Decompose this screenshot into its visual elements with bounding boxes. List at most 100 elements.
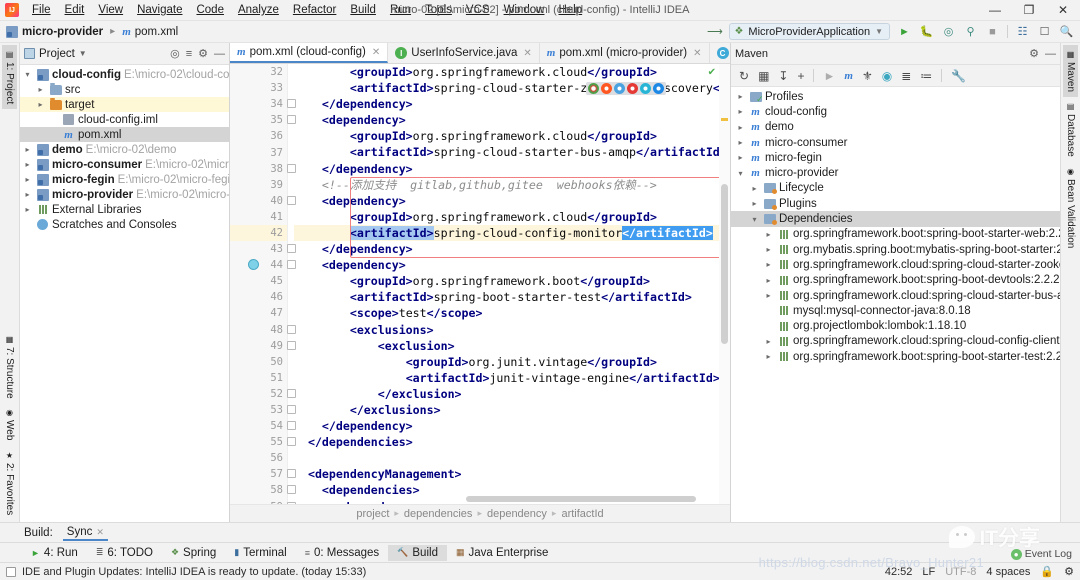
expand-all-icon[interactable]: ≣	[901, 69, 911, 83]
run-with-coverage-icon[interactable]: ◎	[941, 24, 956, 39]
tree-toggle-closed-icon[interactable]	[735, 123, 746, 132]
tree-toggle-closed-icon[interactable]	[735, 92, 746, 101]
close-icon[interactable]: ✕	[523, 48, 531, 59]
gutter-line-45[interactable]: 45	[230, 273, 287, 289]
tool-window-messages[interactable]: ≡ 0: Messages	[296, 545, 388, 561]
gutter-line-59[interactable]: 59	[230, 499, 296, 504]
tree-toggle-closed-icon[interactable]	[763, 337, 774, 346]
code-line-36[interactable]: <groupId>org.springframework.cloud</grou…	[294, 128, 730, 144]
editor-code-column[interactable]: <groupId>org.springframework.cloud</grou…	[288, 64, 730, 504]
download-sources-icon[interactable]: ↧	[778, 69, 788, 83]
git-update-icon[interactable]: ☷	[1015, 24, 1030, 39]
tree-toggle-closed-icon[interactable]	[763, 291, 774, 300]
project-tree-item-demo[interactable]: demoE:\micro-02\demo	[20, 142, 229, 157]
gutter-line-35[interactable]: 35	[230, 112, 296, 128]
code-line-55[interactable]: </dependencies>	[294, 434, 730, 450]
gutter-line-32[interactable]: 32	[230, 64, 287, 80]
locate-icon[interactable]: ◎	[170, 47, 180, 60]
gutter-line-42[interactable]: 42	[230, 224, 287, 242]
maven-tree-item-plugins[interactable]: Plugins	[731, 196, 1060, 211]
hide-icon[interactable]: —	[214, 48, 225, 60]
strip-tab-web[interactable]: ◉ Web	[2, 403, 17, 445]
hide-icon[interactable]: —	[1045, 48, 1056, 60]
gutter-line-43[interactable]: 43	[230, 241, 296, 257]
gutter-line-57[interactable]: 57	[230, 466, 296, 482]
gutter-line-49[interactable]: 49	[230, 338, 296, 354]
project-tree-item-external-libraries[interactable]: External Libraries	[20, 202, 229, 217]
hscrollbar-thumb[interactable]	[466, 496, 696, 502]
editor-horizontal-scrollbar[interactable]	[346, 496, 719, 504]
tree-toggle-closed-icon[interactable]	[735, 153, 746, 162]
menu-build[interactable]: Build	[343, 2, 383, 18]
maven-tree-item-lifecycle[interactable]: Lifecycle	[731, 181, 1060, 196]
maximize-button[interactable]: ❐	[1012, 0, 1046, 21]
project-tree-item-scratches-and-consoles[interactable]: Scratches and Consoles	[20, 217, 229, 232]
maven-tree-item-org-springframework-cloud-spring-cloud-config-clie[interactable]: org.springframework.cloud:spring-cloud-c…	[731, 334, 1060, 349]
maven-tree-item-org-projectlombok-lombok-1-18-10[interactable]: org.projectlombok:lombok:1.18.10	[731, 318, 1060, 333]
code-line-46[interactable]: <artifactId>spring-boot-starter-test</ar…	[294, 289, 730, 305]
tree-toggle-closed-icon[interactable]	[22, 205, 33, 214]
breadcrumb-project[interactable]: project	[356, 508, 389, 520]
editor-tab-userinfoserviceimpl[interactable]: C UserInfoServiceIm	[710, 43, 730, 63]
tree-toggle-closed-icon[interactable]	[735, 138, 746, 147]
gutter-line-39[interactable]: 39	[230, 177, 287, 193]
file-encoding[interactable]: UTF-8	[945, 566, 976, 578]
gutter-line-38[interactable]: 38	[230, 161, 296, 177]
tree-toggle-closed-icon[interactable]	[22, 160, 33, 169]
debug-icon[interactable]: 🐛	[919, 24, 934, 39]
error-stripe-mark[interactable]	[721, 118, 728, 121]
breadcrumb-dependency[interactable]: dependency	[487, 508, 547, 520]
maven-tree-item-org-mybatis-spring-boot-mybatis-spring-boot-starte[interactable]: org.mybatis.spring.boot:mybatis-spring-b…	[731, 242, 1060, 257]
gutter-line-55[interactable]: 55	[230, 434, 296, 450]
gutter-line-56[interactable]: 56	[230, 450, 287, 466]
maven-tree-item-org-springframework-boot-spring-boot-starter-web-2[interactable]: org.springframework.boot:spring-boot-sta…	[731, 227, 1060, 242]
menu-refactor[interactable]: Refactor	[286, 2, 343, 18]
add-icon[interactable]: +	[797, 69, 804, 83]
strip-tab-database[interactable]: ▤ Database	[1063, 97, 1078, 162]
maven-tree-item-micro-consumer[interactable]: m micro-consumer	[731, 135, 1060, 150]
maven-tree-item-org-springframework-cloud-spring-cloud-starter-bus[interactable]: org.springframework.cloud:spring-cloud-s…	[731, 288, 1060, 303]
caret-position[interactable]: 42:52	[885, 566, 913, 578]
maven-tree[interactable]: Profilesmcloud-configmdemommicro-consume…	[731, 87, 1060, 522]
tree-toggle-closed-icon[interactable]	[763, 276, 774, 285]
gutter-line-36[interactable]: 36	[230, 128, 287, 144]
toggle-offline-icon[interactable]: ◉	[882, 69, 892, 83]
project-tree-item-cloud-config-iml[interactable]: cloud-config.iml	[20, 112, 229, 127]
code-line-54[interactable]: </dependency>	[294, 418, 730, 434]
code-line-43[interactable]: </dependency>	[294, 241, 730, 257]
gutter-line-54[interactable]: 54	[230, 418, 296, 434]
tree-toggle-closed-icon[interactable]	[22, 145, 33, 154]
settings-icon[interactable]: ⚙	[198, 47, 208, 60]
menu-tools[interactable]: Tools	[418, 2, 459, 18]
gutter-line-47[interactable]: 47	[230, 305, 287, 321]
menu-analyze[interactable]: Analyze	[231, 2, 286, 18]
menu-help[interactable]: Help	[551, 2, 589, 18]
menu-file[interactable]: File	[25, 2, 58, 18]
maven-dependency-gutter-icon[interactable]	[248, 259, 259, 271]
gutter-line-53[interactable]: 53	[230, 402, 296, 418]
chevron-down-icon[interactable]: ▼	[79, 49, 87, 58]
maven-tree-item-org-springframework-boot-spring-boot-starter-test-[interactable]: org.springframework.boot:spring-boot-sta…	[731, 349, 1060, 364]
scrollbar-thumb[interactable]	[721, 184, 728, 344]
gutter-line-41[interactable]: 41	[230, 209, 287, 225]
gutter-line-46[interactable]: 46	[230, 289, 287, 305]
code-line-37[interactable]: <artifactId>spring-cloud-starter-bus-amq…	[294, 144, 730, 160]
code-line-56[interactable]	[294, 450, 730, 466]
code-line-47[interactable]: <scope>test</scope>	[294, 305, 730, 321]
toggle-skip-tests-icon[interactable]: ⚜	[862, 69, 873, 83]
menu-navigate[interactable]: Navigate	[130, 2, 189, 18]
close-icon[interactable]: ✕	[372, 47, 380, 58]
editor-tab-userinfoservice-java[interactable]: I UserInfoService.java ✕	[388, 43, 540, 63]
project-tree-item-pom-xml[interactable]: m pom.xml	[20, 127, 229, 142]
run-icon[interactable]: ►	[897, 24, 912, 39]
code-line-44[interactable]: <dependency>	[294, 257, 730, 273]
tool-window-bar[interactable]: ► 4: Run ≣ 6: TODO ❖ Spring ▮ Terminal ≡…	[0, 542, 1080, 562]
menu-view[interactable]: View	[91, 2, 130, 18]
collapse-all-icon[interactable]: ≡	[186, 48, 192, 60]
breadcrumb-dependencies[interactable]: dependencies	[404, 508, 473, 520]
maven-tree-item-demo[interactable]: mdemo	[731, 120, 1060, 135]
indent-setting[interactable]: 4 spaces	[986, 566, 1030, 578]
menu-vcs[interactable]: VCS	[459, 2, 497, 18]
code-line-48[interactable]: <exclusions>	[294, 322, 730, 338]
generate-sources-icon[interactable]: ▦	[758, 69, 769, 83]
